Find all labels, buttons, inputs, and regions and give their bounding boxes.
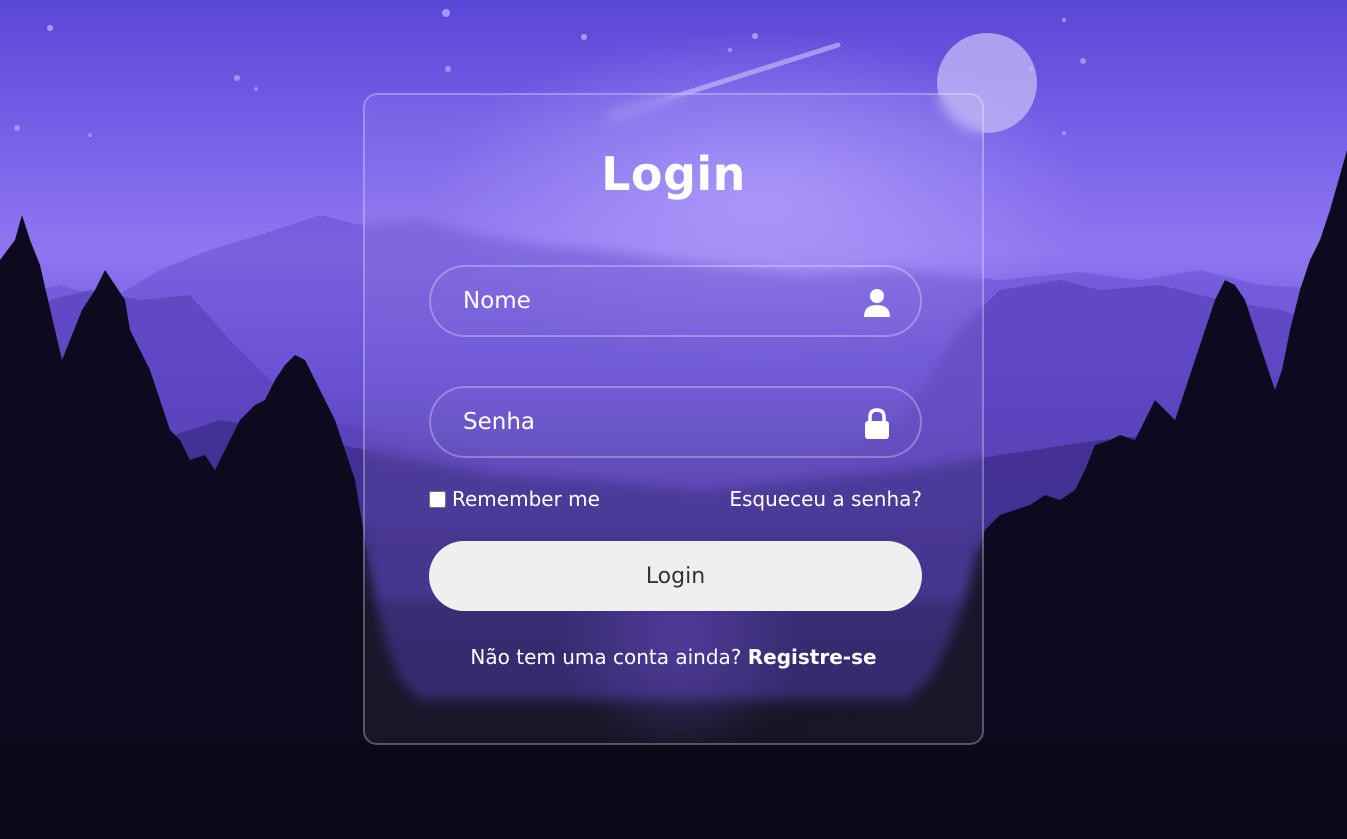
remember-me-checkbox[interactable] <box>429 490 446 508</box>
register-link[interactable]: Registre-se <box>748 645 877 669</box>
password-field <box>429 386 922 458</box>
login-title: Login <box>601 147 746 201</box>
register-prompt-text: Não tem uma conta ainda? <box>470 645 748 669</box>
username-field <box>429 265 922 337</box>
login-page: Login Remember me Esqueceu a senha? Logi… <box>0 0 1347 839</box>
remember-me-label: Remember me <box>452 487 600 511</box>
user-icon <box>864 289 890 317</box>
password-input[interactable] <box>431 388 920 456</box>
options-row: Remember me Esqueceu a senha? <box>429 487 922 517</box>
forest-floor <box>0 740 1347 839</box>
username-input[interactable] <box>431 267 920 335</box>
login-card: Login Remember me Esqueceu a senha? Logi… <box>363 93 984 745</box>
register-prompt: Não tem uma conta ainda? Registre-se <box>365 645 982 669</box>
remember-me[interactable]: Remember me <box>429 487 600 511</box>
login-button[interactable]: Login <box>429 541 922 611</box>
lock-icon <box>865 408 889 439</box>
forgot-password-link[interactable]: Esqueceu a senha? <box>729 487 922 511</box>
